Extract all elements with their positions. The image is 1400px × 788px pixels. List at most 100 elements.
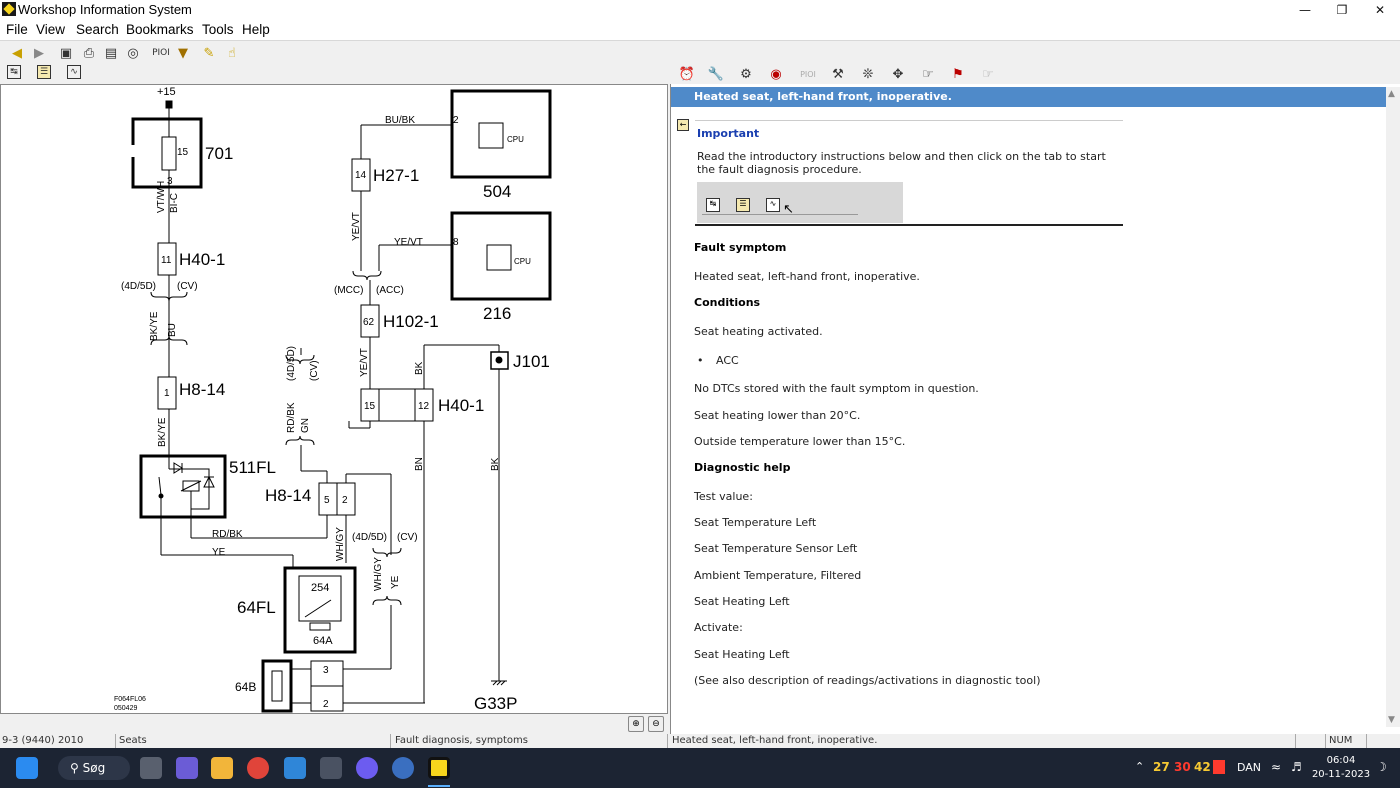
wire-acc: (ACC): [376, 285, 404, 296]
label-h27-1: H27-1: [373, 166, 419, 185]
scroll-up-icon[interactable]: ▲: [1388, 89, 1395, 99]
pioi-icon[interactable]: PIOI: [150, 44, 172, 62]
volume-icon[interactable]: ♬: [1291, 760, 1302, 774]
minimize-button[interactable]: —: [1286, 0, 1324, 20]
wire-whgy2: WH/GY: [373, 557, 384, 591]
notification-icon[interactable]: ☽: [1376, 760, 1387, 774]
file-explorer-icon[interactable]: [211, 757, 233, 779]
wifi-icon[interactable]: ≈: [1271, 760, 1281, 774]
start-icon[interactable]: [16, 757, 38, 779]
alarm-icon[interactable]: ⏰: [678, 65, 696, 83]
wire-bubk: BU/BK: [385, 115, 415, 126]
wire-ye: YE: [212, 547, 226, 558]
clock-date[interactable]: 20-11-2023: [1311, 769, 1371, 780]
status-document: Heated seat, left-hand front, inoperativ…: [670, 734, 1296, 748]
wire-mcc: (MCC): [334, 285, 363, 296]
main-toolbar: ◀ ▶ ▣ ⎙ ▤ ◎ PIOI ▼ ✎ ☝: [0, 40, 1400, 64]
pin-11: 11: [161, 255, 172, 266]
meet-icon[interactable]: [176, 757, 198, 779]
move-icon[interactable]: ✥: [889, 65, 907, 83]
tray-app-icon[interactable]: [1213, 760, 1225, 774]
menu-view[interactable]: View: [36, 22, 65, 37]
test-value-2: Seat Temperature Sensor Left: [694, 542, 858, 555]
pioi-disabled-icon: PIOI: [800, 69, 816, 79]
wire-bk2: BK: [490, 457, 501, 471]
forward-arrow-icon[interactable]: ▶: [30, 44, 48, 62]
label-254: 254: [311, 582, 329, 594]
tools-icon[interactable]: ⚒: [829, 65, 847, 83]
outside-temp-condition: Outside temperature lower than 15°C.: [694, 435, 906, 448]
wrench-icon[interactable]: 🔧: [707, 65, 725, 83]
search-box[interactable]: ⚲ Søg: [58, 756, 130, 780]
tray-value-3: 42: [1194, 760, 1211, 774]
label-g33p: G33P: [474, 694, 517, 713]
no-dtc-text: No DTCs stored with the fault symptom in…: [694, 382, 979, 395]
calculator-icon[interactable]: [320, 757, 342, 779]
wiring-diagram: +15 701 H40-1 H8-14 511FL H8-14 64FL 64B…: [114, 86, 552, 713]
back-arrow-icon[interactable]: ◀: [8, 44, 26, 62]
test-value-label: Test value:: [694, 490, 753, 503]
wire-cv-a: (CV): [177, 281, 198, 292]
component-list-icon[interactable]: ↹: [7, 65, 21, 79]
diagnosis-graph-icon[interactable]: ∿: [67, 65, 81, 79]
wis-taskbar-icon[interactable]: [428, 757, 450, 779]
menu-search[interactable]: Search: [76, 22, 119, 37]
language-indicator[interactable]: DAN: [1237, 761, 1261, 774]
window-title: Workshop Information System: [18, 2, 192, 17]
gears-icon[interactable]: ⚙: [737, 65, 755, 83]
wiring-diagram-pane[interactable]: +15 701 H40-1 H8-14 511FL H8-14 64FL 64B…: [0, 84, 668, 714]
restore-button[interactable]: ❐: [1323, 0, 1361, 20]
vertical-scrollbar[interactable]: ▲ ▼: [1386, 87, 1400, 727]
app-icon[interactable]: [392, 757, 414, 779]
tray-value-1: 27: [1153, 760, 1170, 774]
wire-bu: BU: [167, 323, 178, 337]
car-icon[interactable]: ▣: [57, 44, 75, 62]
close-button[interactable]: ✕: [1361, 0, 1399, 20]
see-also-text: (See also description of readings/activa…: [694, 674, 1041, 687]
hand-pointer-icon[interactable]: ☝: [223, 44, 241, 62]
scroll-down-icon[interactable]: ▼: [1388, 715, 1395, 725]
tray-chevron-icon[interactable]: ⌃: [1135, 760, 1144, 773]
label-h40-1-left: H40-1: [179, 250, 225, 269]
wire-rdbk: RD/BK: [286, 402, 297, 433]
label-64b: 64B: [235, 680, 256, 694]
bullet-dot: •: [697, 354, 704, 367]
mail-icon[interactable]: [284, 757, 306, 779]
wire-cv-c: (CV): [397, 532, 418, 543]
zoom-out-icon[interactable]: ⊖: [648, 716, 664, 732]
menu-file[interactable]: File: [6, 22, 28, 37]
messenger-icon[interactable]: [356, 757, 378, 779]
document-icon[interactable]: ▤: [102, 44, 120, 62]
chrome-icon[interactable]: [247, 757, 269, 779]
menu-bookmarks[interactable]: Bookmarks: [126, 22, 194, 37]
wire-yevt2: YE/VT: [394, 237, 423, 248]
target-icon[interactable]: ◉: [767, 65, 785, 83]
zoom-in-icon[interactable]: ⊕: [628, 716, 644, 732]
hand-icon[interactable]: ☞: [919, 65, 937, 83]
search-label: Søg: [82, 761, 106, 775]
test-value-4: Seat Heating Left: [694, 595, 790, 608]
binoculars-icon[interactable]: ◎: [124, 44, 142, 62]
clock-time[interactable]: 06:04: [1316, 755, 1366, 766]
task-view-icon[interactable]: [140, 757, 162, 779]
menu-tools[interactable]: Tools: [202, 22, 234, 37]
back-nav-icon[interactable]: ←: [677, 119, 689, 131]
menu-help[interactable]: Help: [242, 22, 270, 37]
trophy-icon[interactable]: ▼: [174, 44, 192, 62]
label-cpu-504: CPU: [507, 135, 524, 144]
status-section: Seats: [117, 734, 391, 748]
pin-15b: 15: [364, 401, 376, 412]
status-num: NUM: [1327, 734, 1367, 748]
wire-gn: GN: [300, 418, 311, 433]
document-pane: Heated seat, left-hand front, inoperativ…: [670, 84, 1400, 734]
preview-component-icon: ↹: [706, 198, 720, 212]
satellite-icon[interactable]: ❊: [859, 65, 877, 83]
print-icon[interactable]: ⎙: [80, 44, 98, 62]
pencil-icon[interactable]: ✎: [200, 44, 218, 62]
bullet-acc: ACC: [716, 354, 739, 367]
search-icon: ⚲: [70, 761, 83, 775]
flag-icon[interactable]: ⚑: [949, 65, 967, 83]
document-list-icon[interactable]: ☰: [37, 65, 51, 79]
important-text-1: Read the introductory instructions below…: [697, 150, 1106, 163]
wire-bk1: BK: [414, 361, 425, 375]
